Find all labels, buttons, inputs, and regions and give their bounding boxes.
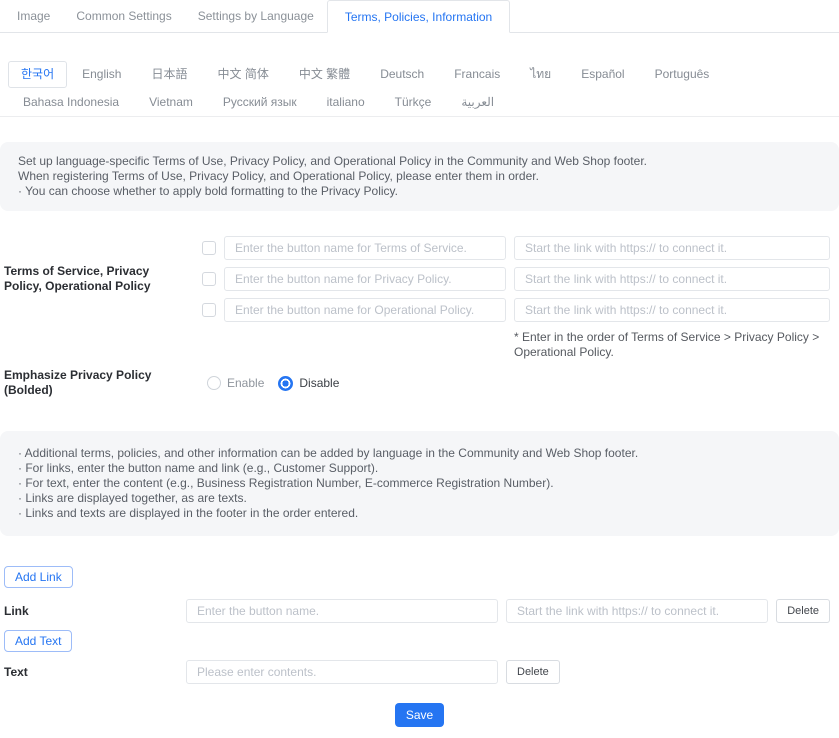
notice-line: When registering Terms of Use, Privacy P… [18, 169, 821, 184]
add-text-button[interactable]: Add Text [4, 630, 72, 652]
terms-of-service-link-input[interactable] [514, 236, 830, 260]
lang-tab-german[interactable]: Deutsch [365, 60, 439, 88]
privacy-policy-name-input[interactable] [224, 267, 506, 291]
lang-tab-korean[interactable]: 한국어 [8, 61, 67, 88]
notice-line: · You can choose whether to apply bold f… [18, 184, 821, 199]
privacy-policy-row [202, 267, 830, 291]
link-url-input[interactable] [506, 599, 768, 623]
disable-radio[interactable]: Disable [278, 376, 339, 391]
text-content-input[interactable] [186, 660, 498, 684]
link-name-input[interactable] [186, 599, 498, 623]
operational-policy-link-input[interactable] [514, 298, 830, 322]
operational-policy-checkbox[interactable] [202, 303, 216, 317]
tab-terms-policies-information[interactable]: Terms, Policies, Information [327, 0, 510, 33]
notice-line: Set up language-specific Terms of Use, P… [18, 154, 821, 169]
lang-tab-chinese-traditional[interactable]: 中文 繁體 [284, 60, 365, 88]
footer-info-notice-box: · Additional terms, policies, and other … [0, 431, 839, 536]
add-link-button[interactable]: Add Link [4, 566, 73, 588]
lang-tab-portuguese[interactable]: Português [640, 60, 725, 88]
lang-tab-indonesian[interactable]: Bahasa Indonesia [8, 88, 134, 116]
lang-tab-thai[interactable]: ไทย [515, 60, 566, 88]
link-delete-button[interactable]: Delete [776, 599, 830, 623]
tab-settings-by-language[interactable]: Settings by Language [185, 0, 327, 32]
tab-image[interactable]: Image [0, 0, 63, 32]
terms-notice-box: Set up language-specific Terms of Use, P… [0, 142, 839, 211]
terms-policy-section: Terms of Service, Privacy Policy, Operat… [0, 236, 830, 360]
enable-radio-label: Enable [227, 376, 264, 390]
lang-tab-turkish[interactable]: Türkçe [380, 88, 447, 116]
text-delete-button[interactable]: Delete [506, 660, 560, 684]
disable-radio-label: Disable [299, 376, 339, 390]
lang-tab-vietnamese[interactable]: Vietnam [134, 88, 208, 116]
notice-line: · For links, enter the button name and l… [18, 461, 821, 476]
emphasize-privacy-row: Emphasize Privacy Policy (Bolded) Enable… [0, 368, 839, 398]
terms-section-label: Terms of Service, Privacy Policy, Operat… [0, 236, 202, 360]
enable-radio[interactable]: Enable [207, 376, 264, 390]
text-row: Text Delete [0, 660, 830, 684]
lang-tab-italian[interactable]: italiano [312, 88, 380, 116]
emphasize-label: Emphasize Privacy Policy (Bolded) [0, 368, 202, 398]
lang-tab-french[interactable]: Francais [439, 60, 515, 88]
terms-of-service-row [202, 236, 830, 260]
text-label: Text [0, 665, 186, 680]
privacy-policy-link-input[interactable] [514, 267, 830, 291]
save-button[interactable]: Save [395, 703, 444, 727]
lang-tab-russian[interactable]: Русский язык [208, 88, 312, 116]
lang-tab-arabic[interactable]: العربية [446, 88, 509, 116]
operational-policy-row [202, 298, 830, 322]
order-note: * Enter in the order of Terms of Service… [514, 330, 830, 360]
main-tab-bar: Image Common Settings Settings by Langua… [0, 0, 839, 33]
settings-page: Image Common Settings Settings by Langua… [0, 0, 839, 738]
terms-of-service-name-input[interactable] [224, 236, 506, 260]
lang-tab-japanese[interactable]: 日本語 [136, 60, 202, 88]
terms-of-service-checkbox[interactable] [202, 241, 216, 255]
radio-circle-icon [207, 376, 221, 390]
tab-common-settings[interactable]: Common Settings [63, 0, 184, 32]
notice-line: · Links and texts are displayed in the f… [18, 506, 821, 521]
radio-selected-circle-icon [278, 376, 293, 391]
operational-policy-name-input[interactable] [224, 298, 506, 322]
link-label: Link [0, 604, 186, 619]
notice-line: · For text, enter the content (e.g., Bus… [18, 476, 821, 491]
privacy-policy-checkbox[interactable] [202, 272, 216, 286]
language-tab-bar: 한국어 English 日本語 中文 简体 中文 繁體 Deutsch Fran… [0, 60, 839, 117]
notice-line: · Links are displayed together, as are t… [18, 491, 821, 506]
lang-tab-english[interactable]: English [67, 60, 136, 88]
lang-tab-chinese-simplified[interactable]: 中文 简体 [203, 60, 284, 88]
lang-tab-spanish[interactable]: Español [566, 60, 639, 88]
link-row: Link Delete [0, 599, 830, 623]
save-button-area: Save [0, 703, 839, 738]
notice-line: · Additional terms, policies, and other … [18, 446, 821, 461]
